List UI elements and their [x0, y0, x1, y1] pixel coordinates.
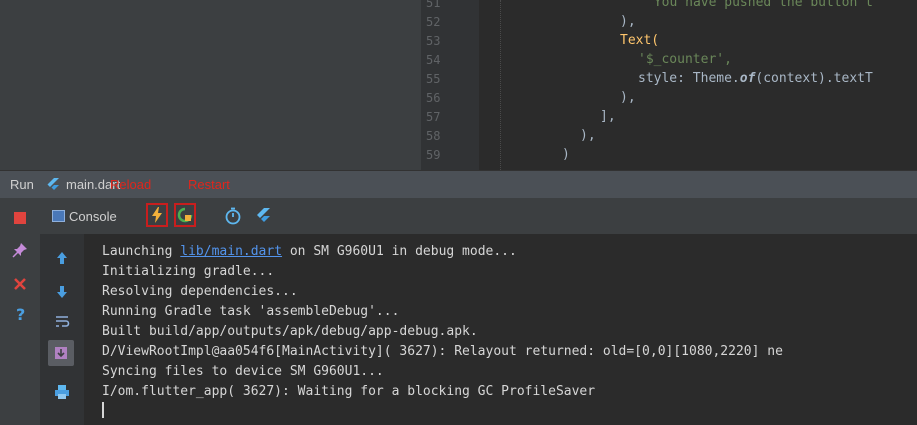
hot-restart-button[interactable] — [174, 203, 196, 227]
code-line: ), — [620, 14, 636, 29]
line-number: 54 — [426, 53, 441, 67]
stop-icon[interactable] — [12, 210, 28, 226]
code-line: ) — [562, 147, 570, 162]
run-label: Run — [10, 177, 34, 192]
line-number: 55 — [426, 72, 441, 86]
arrow-up-icon[interactable] — [54, 250, 70, 266]
close-icon[interactable] — [12, 276, 28, 292]
line-number: 56 — [426, 91, 441, 105]
console-toolbar: Console — [40, 198, 917, 235]
console-line: Launching lib/main.dart on SM G960U1 in … — [102, 244, 517, 259]
code-line: ), — [620, 90, 636, 105]
svg-text:?: ? — [16, 306, 25, 322]
editor-left-pane — [0, 0, 421, 170]
code-line: style: Theme.of(context).textT — [638, 71, 873, 86]
line-number: 51 — [426, 0, 441, 10]
file-link[interactable]: lib/main.dart — [180, 244, 282, 259]
timer-icon[interactable] — [223, 206, 243, 226]
console-tab-label: Console — [69, 208, 117, 224]
code-editor[interactable]: 51 52 53 54 55 56 57 58 59 'You have pus… — [0, 0, 917, 170]
indent-guide — [500, 0, 502, 170]
restart-icon — [177, 207, 193, 223]
line-number: 58 — [426, 129, 441, 143]
code-line: 'You have pushed the button t — [646, 0, 873, 10]
arrow-down-icon[interactable] — [54, 284, 70, 300]
help-icon[interactable]: ? — [12, 306, 28, 322]
console-tab-icon — [52, 210, 65, 222]
print-icon[interactable] — [54, 384, 70, 400]
hot-reload-annotation: Reload — [110, 177, 152, 192]
console-line: D/ViewRootImpl@aa054f6[MainActivity]( 36… — [102, 344, 783, 359]
code-line: ], — [600, 109, 616, 124]
line-number: 52 — [426, 15, 441, 29]
console-line: Resolving dependencies... — [102, 284, 298, 299]
scroll-to-end-icon — [55, 347, 67, 359]
line-number: 53 — [426, 34, 441, 48]
hot-reload-button[interactable] — [146, 203, 168, 227]
console-line: Running Gradle task 'assembleDebug'... — [102, 304, 400, 319]
line-number: 59 — [426, 148, 441, 162]
flutter-devtools-icon[interactable] — [253, 206, 273, 226]
soft-wrap-icon[interactable] — [54, 314, 70, 330]
console-side-rail — [40, 234, 84, 425]
line-number: 57 — [426, 110, 441, 124]
text-caret — [102, 402, 104, 418]
lightning-icon — [152, 207, 162, 223]
hot-restart-annotation: Restart — [188, 177, 230, 192]
console-line: I/om.flutter_app( 3627): Waiting for a b… — [102, 384, 596, 399]
console-line: Initializing gradle... — [102, 264, 275, 279]
console-line: Syncing files to device SM G960U1... — [102, 364, 384, 379]
code-line: ), — [580, 128, 596, 143]
flutter-icon — [47, 178, 59, 190]
code-line: '$_counter', — [638, 52, 732, 67]
run-tool-window-header: Run main.dart Reload Restart — [0, 170, 917, 198]
code-line: Text( — [620, 33, 660, 48]
scroll-to-end-toggle[interactable] — [48, 340, 74, 366]
run-actions-rail: ? — [0, 198, 41, 425]
console-line: Built build/app/outputs/apk/debug/app-de… — [102, 324, 478, 339]
console-tab[interactable]: Console — [52, 206, 117, 226]
console-output[interactable]: Launching lib/main.dart on SM G960U1 in … — [84, 234, 917, 425]
pin-icon[interactable] — [12, 242, 28, 258]
